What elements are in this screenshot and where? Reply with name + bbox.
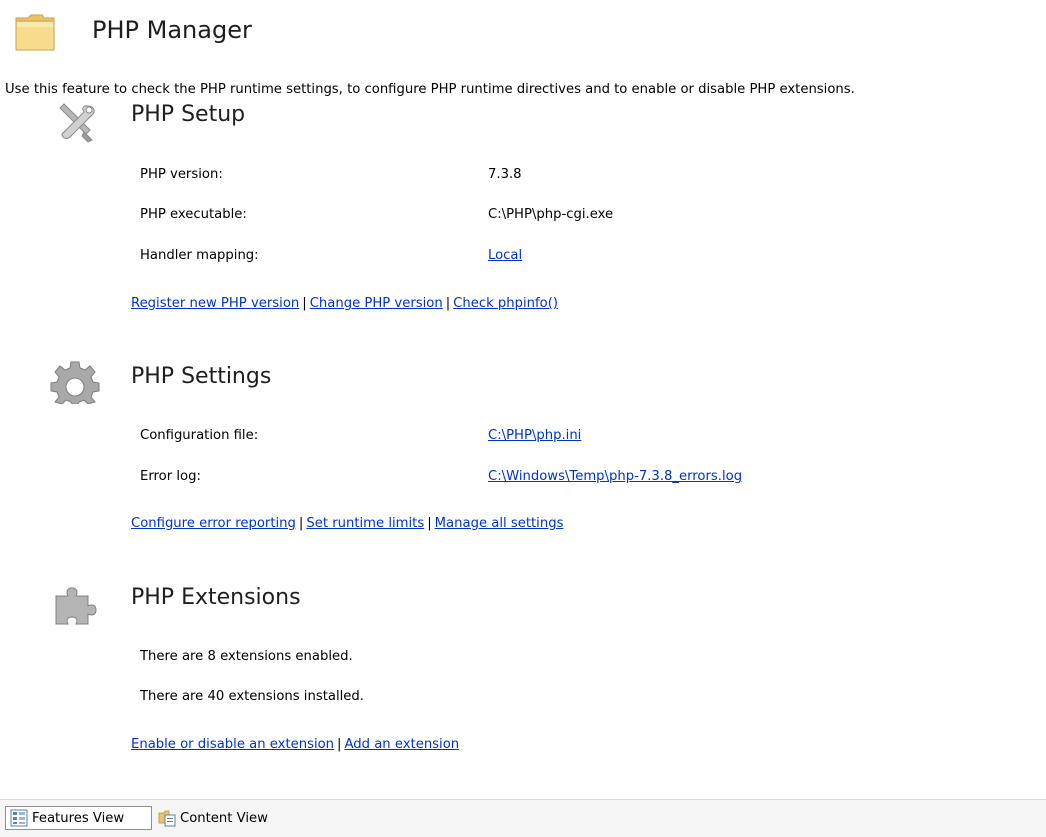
folder-icon <box>15 14 55 51</box>
error-log-label: Error log: <box>140 469 201 484</box>
features-view-label: Features View <box>32 810 125 826</box>
php-executable-label: PHP executable: <box>140 207 247 222</box>
content-view-icon <box>158 810 176 827</box>
configuration-file-link[interactable]: C:\PHP\php.ini <box>488 428 581 443</box>
php-settings-actions: Configure error reporting | Set runtime li… <box>131 516 563 531</box>
separator: | <box>427 516 432 531</box>
handler-mapping-label: Handler mapping: <box>140 248 259 263</box>
set-runtime-limits-link[interactable]: Set runtime limits <box>306 516 424 531</box>
php-extensions-title: PHP Extensions <box>131 585 301 610</box>
configuration-file-label: Configuration file: <box>140 428 259 443</box>
php-setup-title: PHP Setup <box>131 102 246 127</box>
tools-icon <box>59 103 95 143</box>
error-log-link[interactable]: C:\Windows\Temp\php-7.3.8_errors.log <box>488 469 742 484</box>
extensions-enabled-text: There are 8 extensions enabled. <box>140 649 353 664</box>
page-title: PHP Manager <box>92 16 252 44</box>
separator: | <box>337 737 342 752</box>
check-phpinfo-link[interactable]: Check phpinfo() <box>453 296 558 311</box>
change-php-version-link[interactable]: Change PHP version <box>310 296 443 311</box>
separator: | <box>302 296 307 311</box>
php-executable-value: C:\PHP\php-cgi.exe <box>488 207 614 222</box>
puzzle-icon <box>55 587 97 625</box>
content-view-label: Content View <box>180 810 268 826</box>
page-header: PHP Manager <box>14 10 614 54</box>
handler-mapping-link[interactable]: Local <box>488 248 522 263</box>
view-switcher-bar: Features View Content View <box>0 799 1046 837</box>
php-version-label: PHP version: <box>140 167 223 182</box>
register-new-php-version-link[interactable]: Register new PHP version <box>131 296 299 311</box>
php-manager-page: PHP Manager Use this feature to check th… <box>0 0 1046 837</box>
gear-icon <box>50 361 100 404</box>
php-settings-title: PHP Settings <box>131 364 272 389</box>
separator: | <box>298 516 304 531</box>
php-extensions-actions: Enable or disable an extension | Add an ex… <box>131 737 459 752</box>
manage-all-settings-link[interactable]: Manage all settings <box>435 516 564 531</box>
php-version-value: 7.3.8 <box>488 167 522 182</box>
enable-disable-extension-link[interactable]: Enable or disable an extension <box>131 737 334 752</box>
php-setup-actions: Register new PHP version | Change PHP vers… <box>131 296 558 311</box>
content-view-tab[interactable]: Content View <box>154 806 294 830</box>
extensions-installed-text: There are 40 extensions installed. <box>140 689 364 704</box>
page-description: Use this feature to check the PHP runtim… <box>5 82 855 97</box>
add-extension-link[interactable]: Add an extension <box>345 737 460 752</box>
separator: | <box>445 296 451 311</box>
features-view-icon <box>10 809 28 827</box>
features-view-tab[interactable]: Features View <box>5 806 152 830</box>
configure-error-reporting-link[interactable]: Configure error reporting <box>131 516 296 531</box>
